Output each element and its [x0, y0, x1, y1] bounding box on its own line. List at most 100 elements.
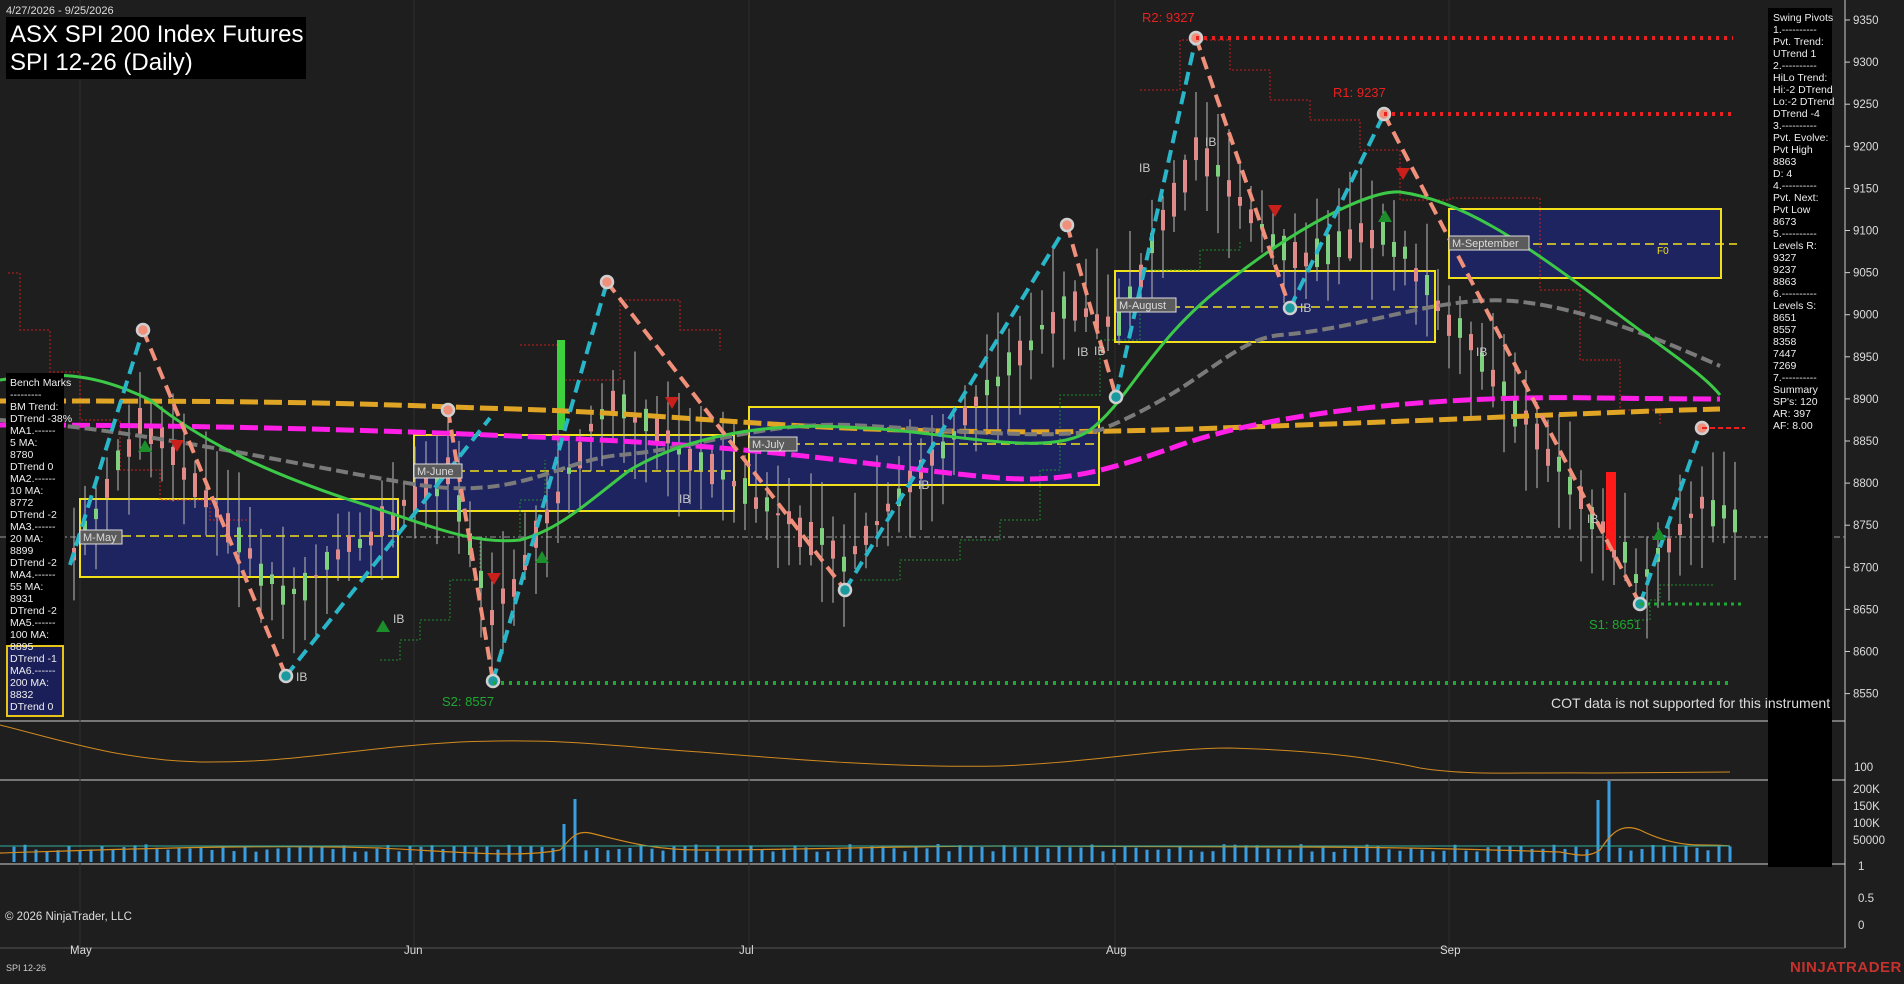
date-range-label: 4/27/2026 - 9/25/2026 [6, 5, 114, 17]
bench-marks-line: Bench Marks [10, 377, 72, 389]
candle-body [809, 521, 813, 556]
volume-bar [562, 824, 566, 862]
volume-bar [1310, 851, 1314, 862]
price-axis-label: 9100 [1853, 226, 1879, 238]
volume-bar [661, 850, 665, 862]
price-axis-label: 9200 [1853, 141, 1879, 153]
bench-marks-line: DTrend -1 [10, 653, 57, 665]
volume-axis[interactable]: 200K 150K 100K 50000 [1853, 784, 1885, 847]
candle-body [182, 467, 186, 480]
swing-pivots-line: 8863 [1773, 276, 1797, 288]
lower-axis[interactable]: 10.50 [1858, 861, 1874, 932]
volume-bar [353, 851, 357, 862]
price-axis-label: 8800 [1853, 478, 1879, 490]
volume-bar [78, 850, 82, 862]
candle-body [1040, 324, 1044, 330]
swing-pivots-line: 8651 [1773, 312, 1797, 324]
time-axis-label: May [70, 945, 92, 957]
volume-bar [1695, 847, 1699, 862]
volume-average-line [0, 827, 1731, 856]
volume-bar [166, 849, 170, 862]
volume-bar [298, 847, 302, 862]
price-axis[interactable]: 9350 9300 9250 9200 9150 9100 9050 9000 8950 8900… [1845, 15, 1879, 701]
bench-marks-line: 55 MA: [10, 581, 44, 593]
volume-bar [1552, 844, 1556, 862]
volume-bar [1255, 845, 1259, 862]
candle-body [105, 478, 109, 498]
candle-body [1227, 180, 1231, 197]
volume-bar [903, 851, 907, 862]
candle-body [941, 441, 945, 459]
volume-bar [309, 846, 313, 862]
volume-bar [1497, 845, 1501, 862]
volume-bar [947, 851, 951, 862]
candle-body [1293, 242, 1297, 268]
volume-bar [914, 847, 918, 862]
volume-bar [1211, 851, 1215, 862]
price-axis-label: 9050 [1853, 268, 1879, 280]
month-label-july: M-July [752, 439, 785, 451]
volume-bar [1453, 844, 1457, 862]
ib-label: IB [1094, 344, 1105, 358]
volume-bar [463, 845, 467, 862]
swing-pivots-line: 8863 [1773, 156, 1797, 168]
volume-bar [969, 845, 973, 862]
volume-bar [452, 845, 456, 862]
s1-label: S1: 8651 [1589, 617, 1641, 632]
chart-subtitle: SPI 12-26 (Daily) [10, 49, 193, 76]
candle-body [1414, 268, 1418, 282]
swing-pivots-line: Levels S: [1773, 300, 1817, 312]
candle-body [699, 452, 703, 471]
volume-bar [67, 845, 71, 862]
candle-body [1238, 196, 1242, 206]
volume-bar [232, 851, 236, 862]
swing-pivots-line: Pvt. Evolve: [1773, 132, 1829, 144]
volume-bar [1618, 847, 1622, 862]
swing-pivots-line: 8358 [1773, 336, 1797, 348]
volume-bar [1332, 851, 1336, 862]
time-axis[interactable]: May Jun Jul Aug Sep [70, 945, 1460, 957]
volume-bar [1013, 847, 1017, 862]
ib-label: IB [918, 478, 929, 492]
candle-body [1722, 505, 1726, 519]
volume-bar [1343, 848, 1347, 862]
candle-body [1667, 538, 1671, 553]
volume-bar [1409, 847, 1413, 862]
volume-bar [1068, 847, 1072, 862]
candle-body [1029, 340, 1033, 351]
volume-bar [628, 847, 632, 862]
volume-bar [1112, 849, 1116, 862]
swing-pivots-line: 4.---------- [1773, 180, 1817, 192]
bench-marks-line: MA6.------ [10, 665, 56, 677]
swing-pivots-line: SP's: 120 [1773, 396, 1818, 408]
price-chart-svg[interactable]: R2: 9327 R1: 9237 S1: 8651 S2: 8557 M-Ma… [0, 0, 1904, 979]
volume-bar [1090, 844, 1094, 862]
swing-pivots-line: Swing Pivots [1773, 12, 1834, 24]
volume-axis-label: 150K [1853, 801, 1880, 813]
candle-body [974, 396, 978, 407]
chart-area[interactable]: R2: 9327 R1: 9237 S1: 8651 S2: 8557 M-Ma… [0, 0, 1904, 979]
candle-body [303, 572, 307, 601]
ninjatrader-logo: NINJATRADER [1790, 959, 1902, 976]
candle-body [886, 503, 890, 512]
price-axis-label: 9300 [1853, 57, 1879, 69]
candle-body [1546, 448, 1550, 466]
candle-body [798, 517, 802, 548]
volume-bar [705, 851, 709, 862]
chart-title-box: ASX SPI 200 Index Futures SPI 12-26 (Dai… [6, 17, 306, 79]
volume-bar [1662, 845, 1666, 862]
volume-bar [727, 850, 731, 862]
bench-marks-line: 10 MA: [10, 485, 44, 497]
candle-body [270, 574, 274, 584]
candle-body [853, 546, 857, 555]
volume-bar [1541, 848, 1545, 862]
candle-body [490, 610, 494, 626]
candle-body [1183, 159, 1187, 193]
swing-pivots-line: 6.---------- [1773, 288, 1817, 300]
candle-body [765, 497, 769, 512]
volume-bar [1585, 849, 1589, 862]
instrument-tag: SPI 12-26 [6, 963, 47, 973]
price-axis-label: 8600 [1853, 647, 1879, 659]
volume-bar [639, 844, 643, 862]
candle-body [1557, 456, 1561, 472]
